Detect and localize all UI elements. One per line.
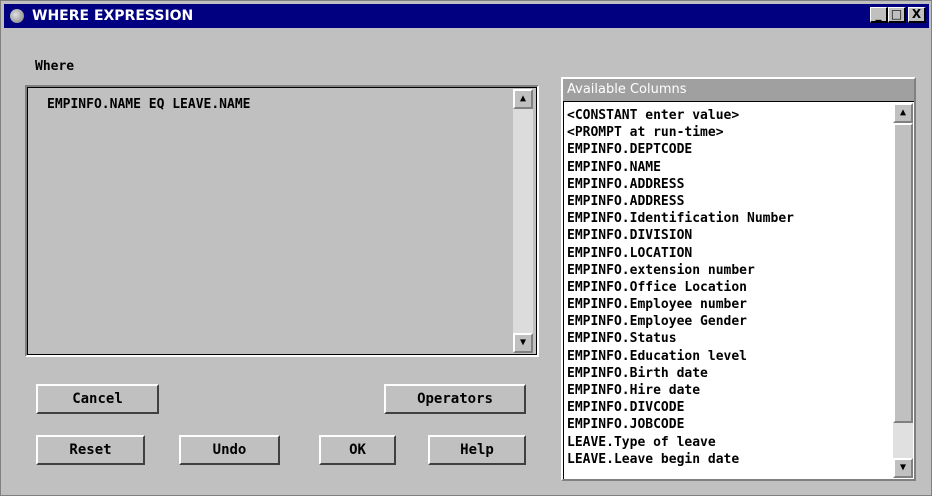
column-item[interactable]: EMPINFO.Office Location — [567, 279, 794, 296]
column-item[interactable]: EMPINFO.LOCATION — [567, 245, 794, 262]
maximize-icon[interactable]: □ — [888, 7, 906, 23]
up-arrow-icon[interactable]: ▲ — [513, 89, 533, 109]
column-item[interactable]: EMPINFO.Employee Gender — [567, 313, 794, 330]
column-item[interactable]: EMPINFO.DIVCODE — [567, 399, 794, 416]
column-item[interactable]: EMPINFO.Education level — [567, 348, 794, 365]
column-item[interactable]: LEAVE.Leave begin date — [567, 451, 794, 468]
column-item[interactable]: <CONSTANT enter value> — [567, 107, 794, 124]
where-label: Where — [35, 59, 75, 74]
reset-button[interactable]: Reset — [36, 435, 145, 465]
column-item[interactable]: EMPINFO.extension number — [567, 262, 794, 279]
column-item[interactable]: LEAVE.Type of leave — [567, 434, 794, 451]
scrollbar-thumb[interactable] — [893, 123, 913, 423]
column-item[interactable]: EMPINFO.ADDRESS — [567, 176, 794, 193]
available-columns-panel: Available Columns <CONSTANT enter value>… — [561, 77, 916, 481]
column-item[interactable]: <PROMPT at run-time> — [567, 124, 794, 141]
available-columns-items: <CONSTANT enter value> <PROMPT at run-tim… — [567, 107, 794, 468]
cancel-button[interactable]: Cancel — [36, 384, 159, 414]
down-arrow-icon[interactable]: ▼ — [513, 333, 533, 353]
column-item[interactable]: EMPINFO.Hire date — [567, 382, 794, 399]
column-item[interactable]: EMPINFO.ADDRESS — [567, 193, 794, 210]
where-expression-window: WHERE EXPRESSION _ □ X Where EMPINFO.NAM… — [0, 0, 932, 496]
where-expression-box[interactable]: EMPINFO.NAME EQ LEAVE.NAME ▲ ▼ — [25, 85, 539, 357]
close-icon[interactable]: X — [908, 7, 926, 23]
up-arrow-icon[interactable]: ▲ — [893, 103, 913, 123]
where-expression-border — [27, 87, 537, 355]
available-columns-header: Available Columns — [563, 79, 914, 101]
down-arrow-icon[interactable]: ▼ — [893, 458, 913, 478]
help-button[interactable]: Help — [428, 435, 526, 465]
column-item[interactable]: EMPINFO.Status — [567, 330, 794, 347]
operators-button[interactable]: Operators — [384, 384, 526, 414]
window-title: WHERE EXPRESSION — [32, 8, 194, 24]
column-item[interactable]: EMPINFO.Birth date — [567, 365, 794, 382]
available-columns-list[interactable]: <CONSTANT enter value> <PROMPT at run-tim… — [563, 101, 914, 479]
undo-button[interactable]: Undo — [179, 435, 280, 465]
minimize-icon[interactable]: _ — [870, 7, 888, 23]
where-expression-text[interactable]: EMPINFO.NAME EQ LEAVE.NAME — [47, 97, 251, 112]
column-item[interactable]: EMPINFO.Employee number — [567, 296, 794, 313]
column-item[interactable]: EMPINFO.NAME — [567, 159, 794, 176]
available-columns-scrollbar[interactable]: ▲ ▼ — [893, 103, 913, 478]
where-scrollbar[interactable]: ▲ ▼ — [513, 89, 533, 353]
window-controls: _ □ X — [870, 7, 926, 23]
column-item[interactable]: EMPINFO.Identification Number — [567, 210, 794, 227]
column-item[interactable]: EMPINFO.DIVISION — [567, 227, 794, 244]
column-item[interactable]: EMPINFO.DEPTCODE — [567, 141, 794, 158]
title-bar[interactable]: WHERE EXPRESSION _ □ X — [4, 4, 929, 28]
sas-globe-icon[interactable] — [10, 9, 24, 23]
ok-button[interactable]: OK — [319, 435, 396, 465]
column-item[interactable]: EMPINFO.JOBCODE — [567, 416, 794, 433]
